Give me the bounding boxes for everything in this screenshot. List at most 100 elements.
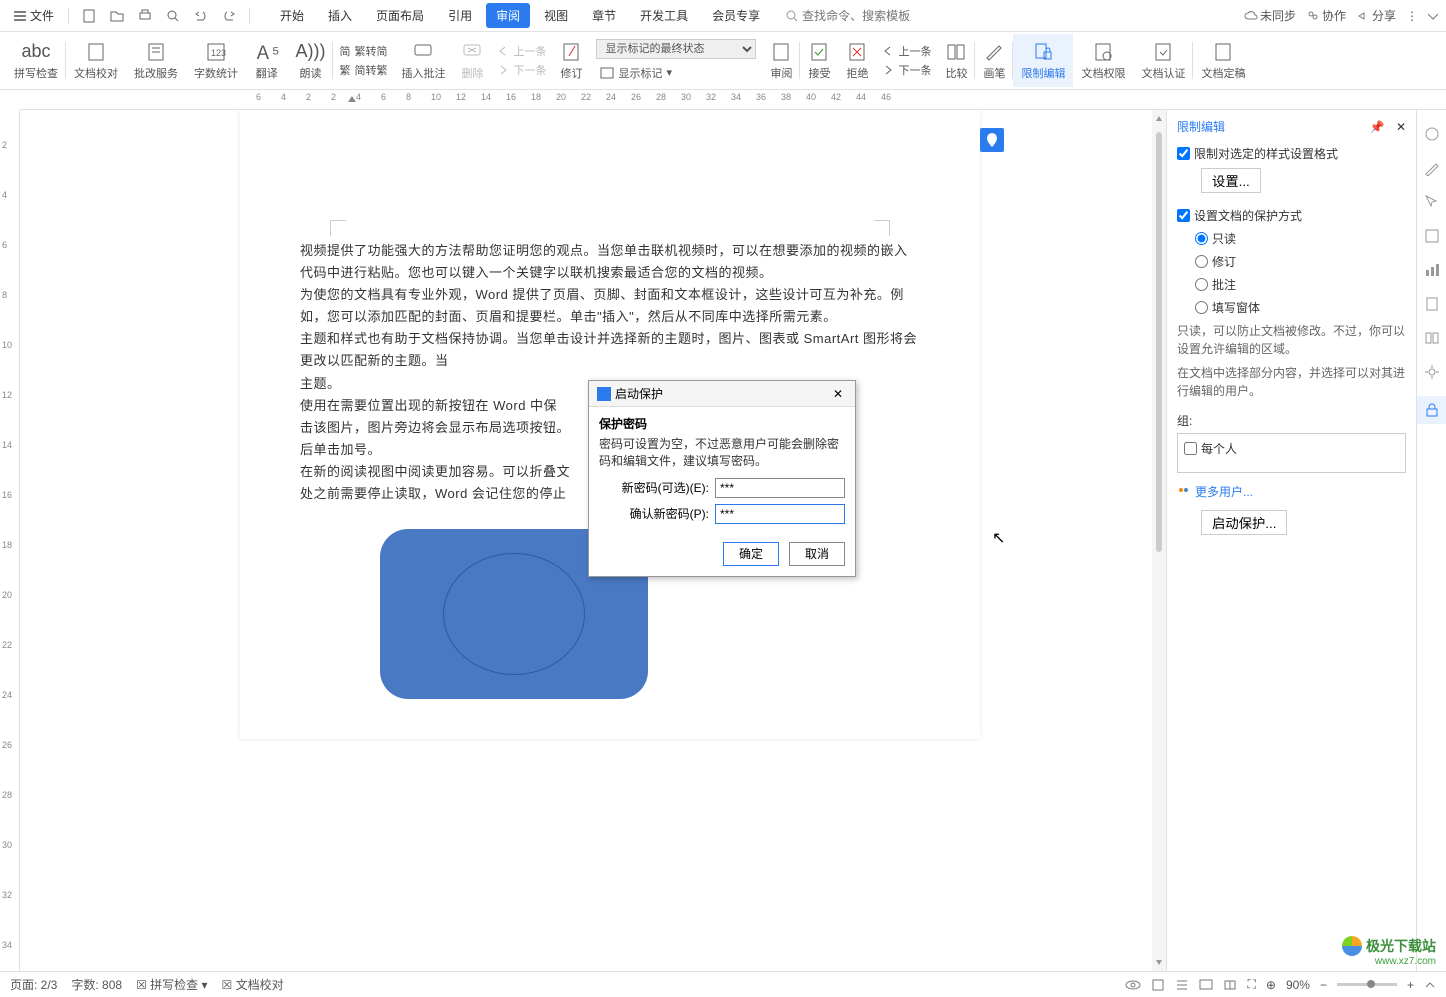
print-icon[interactable] [133,4,157,28]
collapse-ribbon[interactable] [1428,11,1438,21]
more-menu[interactable]: ⋮ [1406,9,1418,23]
tab-dev[interactable]: 开发工具 [630,3,698,28]
radio-track[interactable]: 修订 [1195,253,1406,270]
file-menu[interactable]: 文件 [8,7,60,24]
fullscreen-icon[interactable]: ⛶ [1247,977,1255,992]
next-change-button[interactable]: 下一条 [882,62,931,79]
new-doc-icon[interactable] [77,4,101,28]
doc-paragraph[interactable]: 视频提供了功能强大的方法帮助您证明您的观点。当您单击联机视频时，可以在想要添加的… [300,240,920,284]
show-markup-button[interactable]: 显示标记 ▾ [596,63,756,83]
book-icon[interactable] [1422,328,1442,348]
confirm-password-input[interactable] [715,504,845,524]
proofread-status[interactable]: ☒ 文档校对 [222,976,284,993]
zoom-out-button[interactable]: − [1320,978,1327,992]
cursor-icon[interactable] [1422,192,1442,212]
doc-permission-button[interactable]: 文档权限 [1073,34,1133,87]
accept-button[interactable]: 接受 [800,34,838,87]
protect-method-checkbox[interactable]: 设置文档的保护方式 [1177,207,1406,224]
undo-icon[interactable] [189,4,213,28]
doc-paragraph[interactable]: 主题和样式也有助于文档保持协调。当您单击设计并选择新的主题时，图片、图表或 Sm… [300,328,920,372]
layout-outline-icon[interactable] [1175,978,1189,992]
dialog-ok-button[interactable]: 确定 [723,542,779,566]
sync-status[interactable]: 未同步 [1244,7,1296,24]
tab-review[interactable]: 审阅 [486,3,530,28]
tab-layout[interactable]: 页面布局 [366,3,434,28]
open-icon[interactable] [105,4,129,28]
zoom-fit-icon[interactable]: ⊕ [1266,978,1276,992]
zoom-level[interactable]: 90% [1286,978,1310,992]
prev-change-button[interactable]: 上一条 [882,43,931,60]
ink-button[interactable]: 画笔 [975,34,1013,87]
location-marker[interactable] [980,128,1004,152]
lock-icon[interactable] [1417,396,1446,424]
translate-button[interactable]: Ａ⁵翻译 [246,34,287,87]
delete-comment-button[interactable]: 删除 [453,34,491,87]
tab-sections[interactable]: 章节 [582,3,626,28]
tab-member[interactable]: 会员专享 [702,3,770,28]
assistant-icon[interactable] [1422,124,1442,144]
expand-icon[interactable] [1424,979,1436,991]
doc-final-button[interactable]: 文档定稿 [1193,34,1253,87]
read-aloud-button[interactable]: A)))朗读 [287,34,333,87]
layout-web-icon[interactable] [1199,978,1213,992]
zoom-in-button[interactable]: + [1407,978,1414,992]
doc-paragraph[interactable]: 为使您的文档具有专业外观，Word 提供了页眉、页脚、封面和文本框设计，这些设计… [300,284,920,328]
horizontal-ruler[interactable]: 6422468101214161820222426283032343638404… [20,90,1446,110]
notebook-icon[interactable] [1422,294,1442,314]
markup-display-select[interactable]: 显示标记的最终状态 [596,39,756,59]
more-users-link[interactable]: 更多用户... [1177,483,1406,500]
radio-readonly[interactable]: 只读 [1195,230,1406,247]
insert-comment-button[interactable]: 插入批注 [393,34,453,87]
batch-button[interactable]: 批改服务 [126,34,186,87]
spellcheck-status[interactable]: ☒ 拼写检查 ▾ [136,976,207,993]
dialog-cancel-button[interactable]: 取消 [789,542,845,566]
tab-start[interactable]: 开始 [270,3,314,28]
redo-icon[interactable] [217,4,241,28]
proofread-button[interactable]: 文档校对 [66,34,126,87]
page-indicator[interactable]: 页面: 2/3 [10,976,57,993]
template-icon[interactable] [1422,226,1442,246]
radio-forms[interactable]: 填写窗体 [1195,299,1406,316]
restrict-editing-button[interactable]: 限制编辑 [1013,34,1073,87]
vertical-ruler[interactable]: 246810121416182022242628303234 [0,110,20,971]
command-search[interactable] [786,9,922,23]
dialog-titlebar[interactable]: 启动保护 ✕ [589,381,855,407]
share-button[interactable]: 分享 [1356,7,1396,24]
next-comment-button[interactable]: 下一条 [497,62,546,79]
everyone-checkbox[interactable]: 每个人 [1184,440,1237,457]
dialog-close-button[interactable]: ✕ [829,387,847,401]
close-panel-icon[interactable]: ✕ [1396,120,1406,134]
tab-references[interactable]: 引用 [438,3,482,28]
eye-icon[interactable] [1125,979,1141,991]
spellcheck-button[interactable]: abc拼写检查 [6,34,66,87]
review-pane-button[interactable]: 审阅 [762,34,800,87]
format-restrict-checkbox[interactable]: 限制对选定的样式设置格式 [1177,145,1406,162]
simp-to-trad-button[interactable]: 繁简转繁 [339,62,387,79]
doc-auth-button[interactable]: 文档认证 [1133,34,1193,87]
command-search-input[interactable] [802,9,922,23]
collab-button[interactable]: 协作 [1306,7,1346,24]
compare-button[interactable]: 比较 [937,34,975,87]
reject-button[interactable]: 拒绝 [838,34,876,87]
zoom-slider[interactable] [1337,983,1397,986]
trad-to-simp-button[interactable]: 简繁转简 [339,43,387,60]
chart-icon[interactable] [1422,260,1442,280]
radio-comments[interactable]: 批注 [1195,276,1406,293]
layout-print-icon[interactable] [1151,978,1165,992]
vertical-scrollbar[interactable] [1152,110,1166,971]
pencil-icon[interactable] [1422,158,1442,178]
word-count[interactable]: 字数: 808 [71,976,122,993]
print-preview-icon[interactable] [161,4,185,28]
document-area[interactable]: 视频提供了功能强大的方法帮助您证明您的观点。当您单击联机视频时，可以在想要添加的… [20,110,1152,971]
start-protection-button[interactable]: 启动保护... [1201,510,1287,535]
prev-comment-button[interactable]: 上一条 [497,43,546,60]
tab-view[interactable]: 视图 [534,3,578,28]
track-changes-button[interactable]: 修订 [552,34,590,87]
layout-read-icon[interactable] [1223,978,1237,992]
new-password-input[interactable] [715,478,845,498]
settings-button[interactable]: 设置... [1201,168,1261,193]
gear-icon[interactable] [1422,362,1442,382]
tab-insert[interactable]: 插入 [318,3,362,28]
pin-icon[interactable]: 📌 [1370,120,1385,134]
wordcount-button[interactable]: 123字数统计 [186,34,246,87]
